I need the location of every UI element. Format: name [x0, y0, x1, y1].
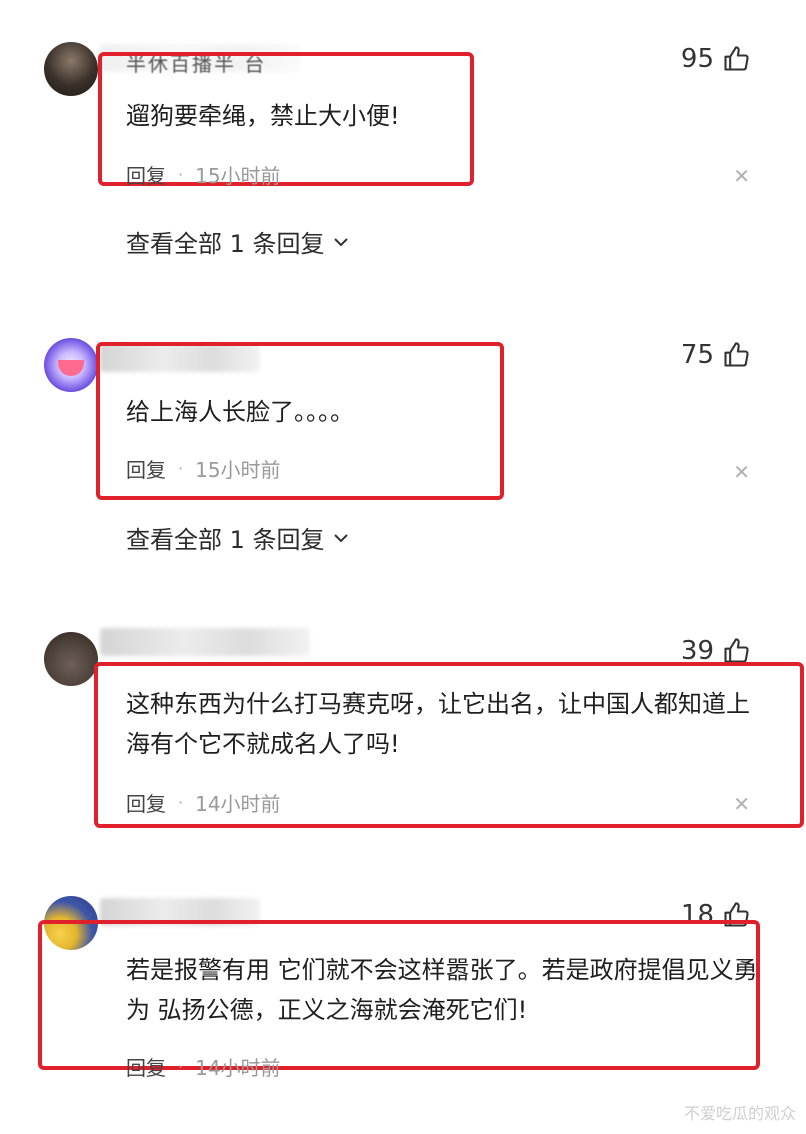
- avatar-mouth: [58, 360, 84, 376]
- comment-text: 若是报警有用 它们就不会这样嚣张了。若是政府提倡见义勇为 弘扬公德，正义之海就会…: [126, 956, 758, 1024]
- comment-text: 给上海人长脸了。。。。: [126, 398, 354, 426]
- chevron-down-icon: [333, 237, 348, 246]
- timestamp: 14小时前: [195, 792, 281, 816]
- reply-button[interactable]: 回复: [126, 160, 166, 189]
- close-icon[interactable]: ✕: [733, 166, 750, 186]
- avatar[interactable]: [44, 42, 98, 96]
- timestamp: 15小时前: [195, 164, 281, 188]
- separator-dot: ·: [178, 165, 184, 184]
- comment-text: 遛狗要牵绳，禁止大小便!: [126, 102, 400, 130]
- reply-button[interactable]: 回复: [126, 454, 166, 483]
- thumbs-up-icon: [724, 342, 749, 367]
- avatar[interactable]: [44, 338, 98, 392]
- thumbs-up-icon: [724, 638, 749, 663]
- watermark: 不爱吃瓜的观众: [683, 1104, 796, 1123]
- username-blur: [100, 628, 310, 656]
- view-replies-label: 查看全部 1 条回复: [126, 230, 325, 258]
- timestamp: 14小时前: [195, 1056, 281, 1080]
- like-count: 75: [680, 340, 714, 370]
- close-icon[interactable]: ✕: [733, 462, 750, 482]
- reply-button[interactable]: 回复: [126, 1052, 166, 1081]
- like-count: 95: [680, 44, 714, 74]
- like-button[interactable]: 95: [681, 44, 750, 74]
- avatar[interactable]: [44, 632, 98, 686]
- separator-dot: ·: [178, 1057, 184, 1076]
- comment-text: 这种东西为什么打马赛克呀，让它出名，让中国人都知道上海有个它不就成名人了吗!: [126, 690, 750, 758]
- thumbs-up-icon: [724, 46, 749, 71]
- comment-meta: 回复 · 15小时前: [126, 160, 281, 189]
- like-button[interactable]: 75: [681, 340, 750, 370]
- separator-dot: ·: [178, 793, 184, 812]
- comment-meta: 回复 · 14小时前: [126, 788, 281, 817]
- separator-dot: ·: [178, 459, 184, 478]
- reply-button[interactable]: 回复: [126, 788, 166, 817]
- comment-meta: 回复 · 14小时前: [126, 1052, 281, 1081]
- close-icon[interactable]: ✕: [733, 794, 750, 814]
- chevron-down-icon: [333, 533, 348, 542]
- view-replies-button[interactable]: 查看全部 1 条回复: [126, 520, 351, 555]
- comment-meta: 回复 · 15小时前: [126, 454, 281, 483]
- timestamp: 15小时前: [195, 458, 281, 482]
- view-replies-label: 查看全部 1 条回复: [126, 526, 325, 554]
- view-replies-button[interactable]: 查看全部 1 条回复: [126, 224, 351, 259]
